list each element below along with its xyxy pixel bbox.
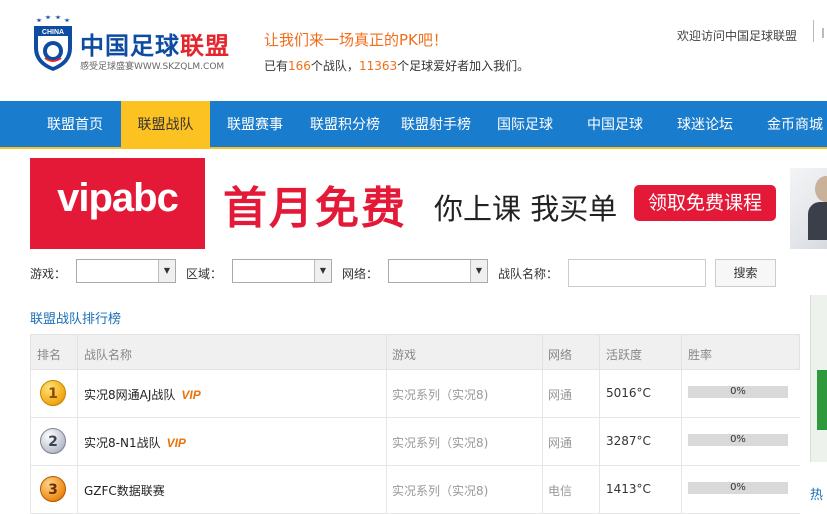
column-header: 胜率	[688, 348, 713, 362]
nav-item-shop[interactable]: 金币商城	[752, 101, 827, 149]
team-name-link[interactable]: GZFC数据联赛	[84, 482, 165, 499]
banner-logo-text: vipabc	[57, 176, 179, 220]
region-label: 区域：	[186, 267, 223, 281]
rank-bronze-medal-icon: 3	[40, 476, 66, 502]
divider	[822, 28, 827, 38]
svg-text:CHINA: CHINA	[42, 29, 64, 36]
chevron-down-icon[interactable]: ▼	[158, 260, 175, 282]
nav-item-china[interactable]: 中国足球	[572, 101, 658, 149]
winrate-bar: 0%	[688, 482, 788, 494]
member-stats: 已有166个战队，11363个足球爱好者加入我们。	[264, 59, 530, 73]
logo-subtitle: 感受足球盛宴WWW.SKZQLM.COM	[80, 62, 225, 72]
column-header: 游戏	[392, 348, 417, 362]
region-select[interactable]: ▼	[232, 259, 332, 283]
nav-item-international[interactable]: 国际足球	[482, 101, 568, 149]
banner-person-icon	[808, 202, 827, 240]
search-button[interactable]: 搜索	[715, 259, 776, 287]
nav-item-points-table[interactable]: 联盟积分榜	[300, 101, 390, 149]
team-activity: 3287°C	[606, 434, 651, 448]
divider	[813, 20, 814, 42]
chevron-down-icon[interactable]: ▼	[470, 260, 487, 282]
vip-badge: VIP	[181, 388, 201, 402]
nav-underline	[0, 147, 827, 149]
table-row[interactable]: 3 GZFC数据联赛 实况系列（实况8) 电信 1413°C 0%	[30, 466, 800, 514]
column-header: 战队名称	[84, 348, 133, 362]
winrate-bar: 0%	[688, 386, 788, 398]
game-select[interactable]: ▼	[76, 259, 176, 283]
team-game: 实况系列（实况8)	[392, 388, 489, 402]
nav-item-teams[interactable]: 联盟战队	[121, 101, 210, 149]
team-name-label: 战队名称：	[498, 267, 559, 281]
ad-banner[interactable]: vipabc 首月免费 你上课 我买单 领取免费课程	[30, 158, 827, 249]
sidebar-ad-graphic	[817, 370, 827, 430]
game-label: 游戏：	[30, 267, 67, 281]
banner-headline: 首月免费	[223, 183, 407, 234]
sidebar-heading[interactable]: 热	[810, 484, 823, 503]
table-row[interactable]: 1 实况8网通AJ战队 VIP 实况系列（实况8) 网通 5016°C 0%	[30, 370, 800, 418]
network-select[interactable]: ▼	[388, 259, 488, 283]
team-game: 实况系列（实况8)	[392, 484, 489, 498]
team-name-input[interactable]	[568, 259, 706, 287]
chevron-down-icon[interactable]: ▼	[314, 260, 331, 282]
fan-count: 11363	[358, 59, 398, 73]
nav-item-events[interactable]: 联盟赛事	[212, 101, 298, 149]
network-label: 网络：	[342, 267, 379, 281]
nav-item-forum[interactable]: 球迷论坛	[662, 101, 748, 149]
team-game: 实况系列（实况8)	[392, 436, 489, 450]
welcome-text: 欢迎访问中国足球联盟	[677, 29, 798, 43]
nav-item-home[interactable]: 联盟首页	[31, 101, 119, 149]
column-header: 活跃度	[606, 348, 643, 362]
column-header: 排名	[37, 348, 62, 362]
team-activity: 5016°C	[606, 386, 651, 400]
team-activity: 1413°C	[606, 482, 651, 496]
table-header: 排名 战队名称 游戏 网络 活跃度 胜率	[30, 334, 800, 371]
team-name-link[interactable]: 实况8网通AJ战队 VIP	[84, 386, 201, 403]
rank-silver-medal-icon: 2	[40, 428, 66, 454]
slogan: 让我们来一场真正的PK吧！	[264, 31, 448, 49]
team-network: 网通	[548, 388, 573, 402]
logo-title[interactable]: 中国足球联盟	[80, 26, 230, 61]
nav-item-scorers[interactable]: 联盟射手榜	[392, 101, 480, 149]
banner-subline: 你上课 我买单	[434, 192, 618, 226]
team-count: 166	[288, 59, 311, 73]
ranking-title[interactable]: 联盟战队排行榜	[30, 308, 121, 327]
team-network: 网通	[548, 436, 573, 450]
winrate-bar: 0%	[688, 434, 788, 446]
column-header: 网络	[548, 348, 573, 362]
team-network: 电信	[548, 484, 573, 498]
logo-emblem-icon[interactable]: CHINA	[30, 14, 76, 72]
rank-gold-medal-icon: 1	[40, 380, 66, 406]
banner-cta-button[interactable]: 领取免费课程	[634, 185, 776, 221]
main-nav: 联盟首页 联盟战队 联盟赛事 联盟积分榜 联盟射手榜 国际足球 中国足球 球迷论…	[0, 101, 827, 149]
team-name-link[interactable]: 实况8-N1战队 VIP	[84, 434, 186, 451]
table-row[interactable]: 2 实况8-N1战队 VIP 实况系列（实况8) 网通 3287°C 0%	[30, 418, 800, 466]
vip-badge: VIP	[166, 436, 186, 450]
